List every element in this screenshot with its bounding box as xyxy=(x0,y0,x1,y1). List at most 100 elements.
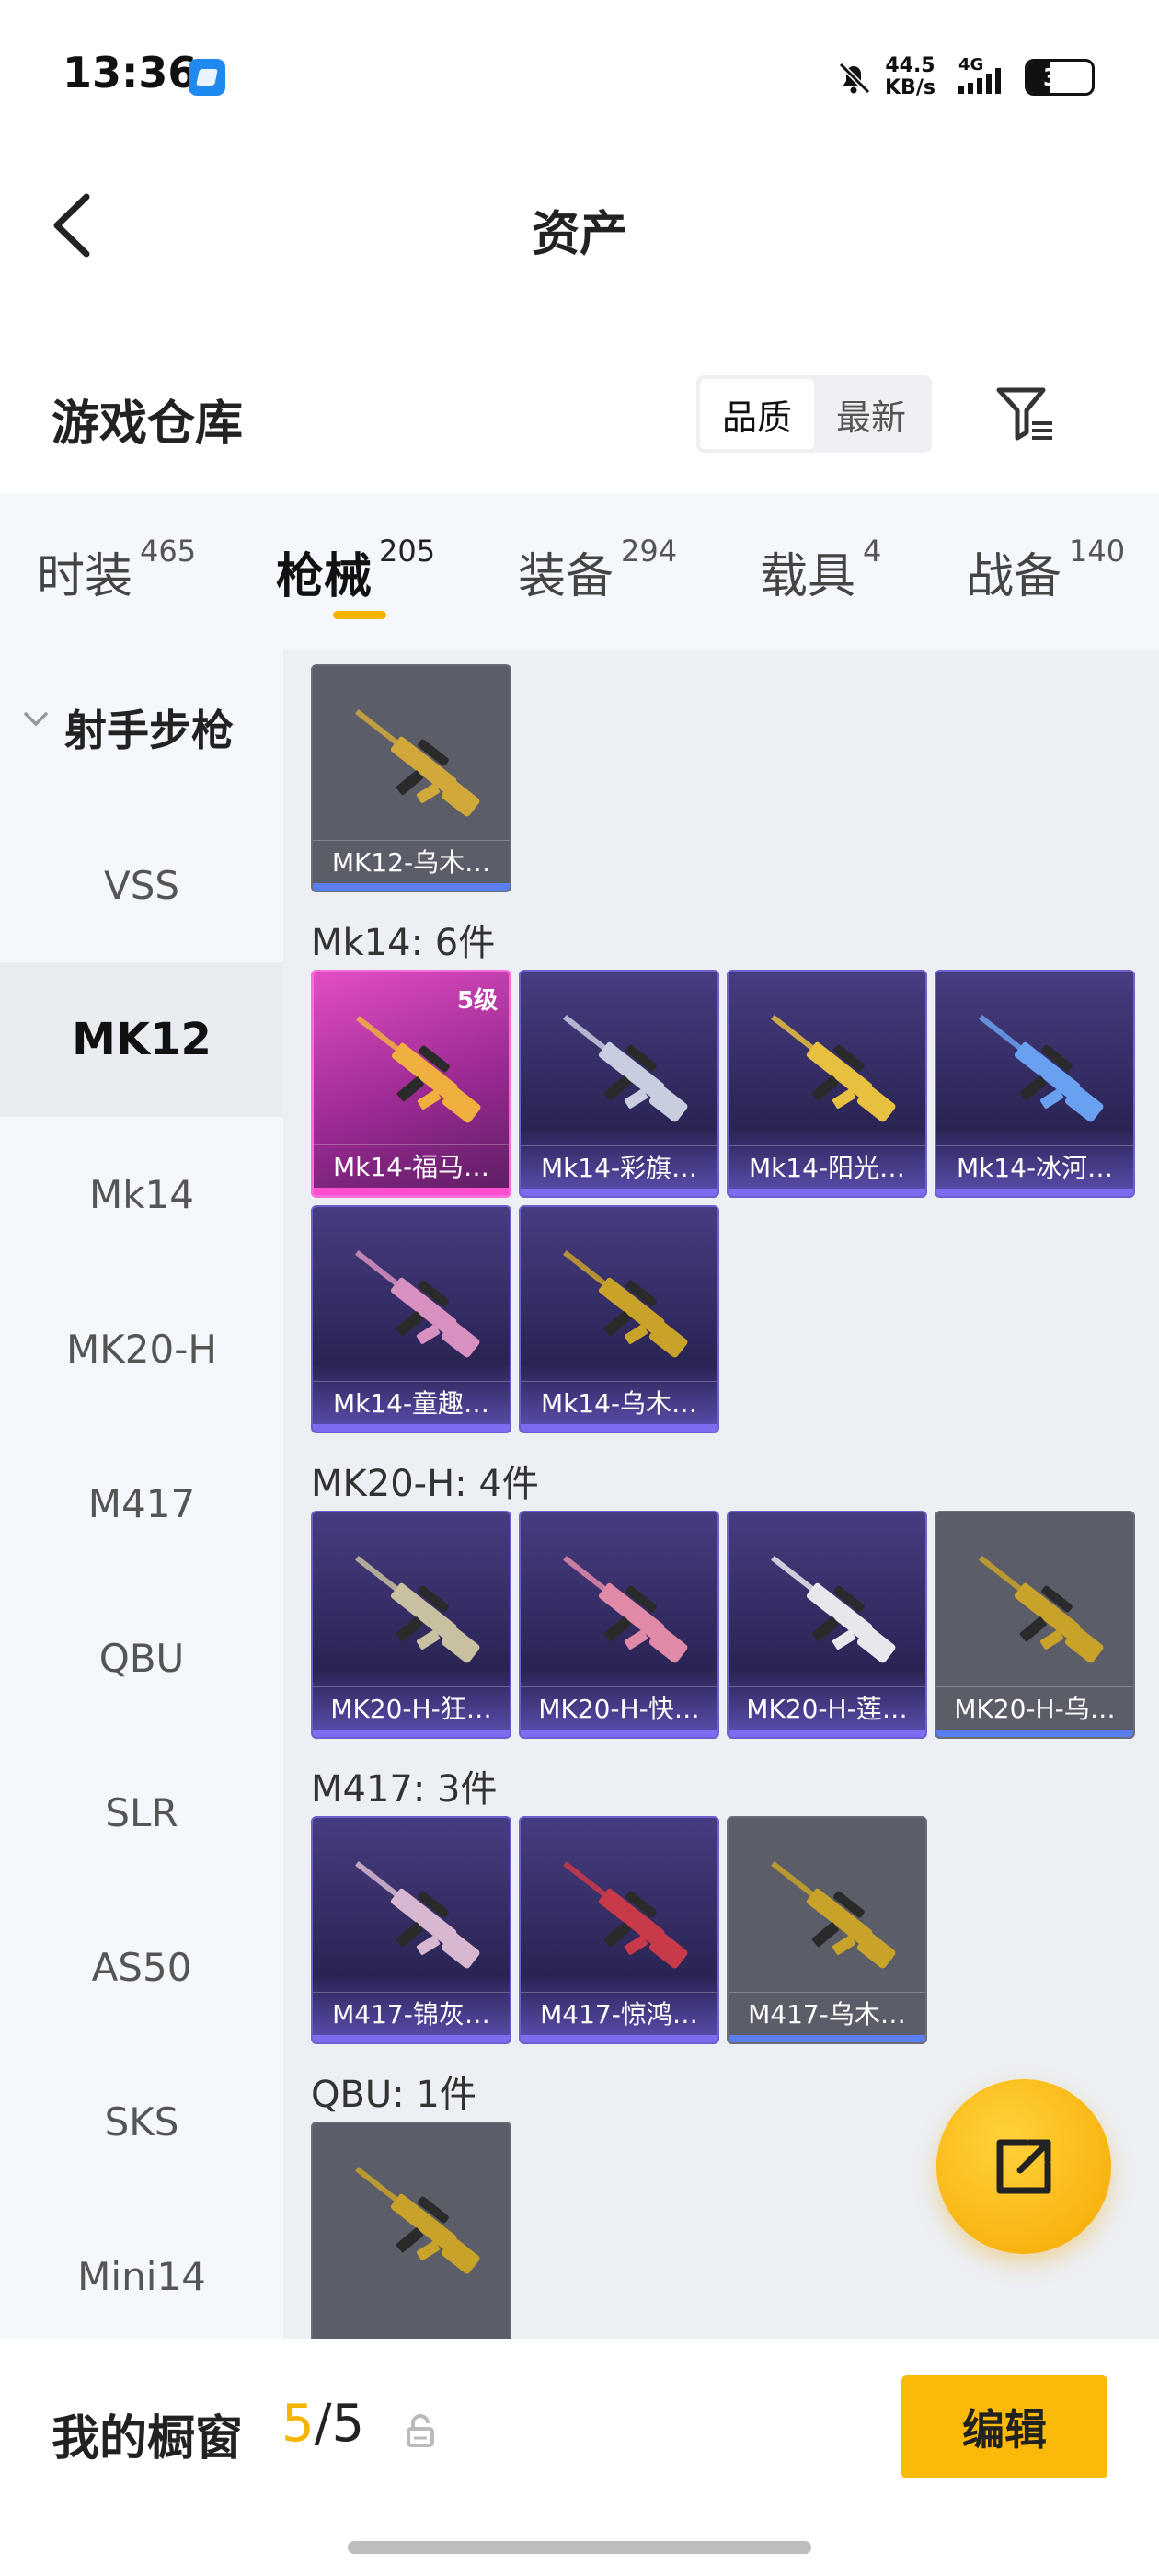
weapon-skin-card[interactable]: MK12-乌木… xyxy=(311,664,511,892)
home-indicator[interactable] xyxy=(348,2541,811,2554)
weapon-skin-name: Mk14-乌木… xyxy=(540,1388,698,1419)
section-title: M417: 3件 xyxy=(311,1768,498,1811)
weapon-skin-card[interactable]: Mk14-童趣… xyxy=(311,1205,511,1433)
rarity-bar xyxy=(521,1730,717,1737)
status-bar: 13:36 44.5 KB/s 4G 36 xyxy=(0,0,1159,156)
card-divider xyxy=(729,1686,925,1687)
weapon-skin-card[interactable]: Mk14-阳光… xyxy=(727,970,927,1198)
sidebar-item-as50[interactable]: AS50 xyxy=(0,1890,283,2044)
sidebar-item-m417[interactable]: M417 xyxy=(0,1426,283,1581)
section-title: MK20-H: 4件 xyxy=(311,1463,539,1505)
rarity-bar xyxy=(729,1189,925,1196)
rarity-bar xyxy=(936,1730,1133,1737)
rarity-bar xyxy=(521,1424,717,1432)
edit-button[interactable]: 编辑 xyxy=(901,2375,1107,2478)
weapon-skin-card[interactable]: MK20-H-莲… xyxy=(727,1511,927,1739)
weapon-skin-name: MK20-H-莲… xyxy=(746,1694,908,1724)
weapon-skin-card[interactable]: M417-乌木… xyxy=(727,1816,927,2044)
status-time: 13:36 xyxy=(63,48,198,98)
rarity-bar xyxy=(313,1730,510,1737)
card-divider xyxy=(729,1992,925,1993)
section-title: QBU: 1件 xyxy=(311,2074,476,2116)
weapon-skin-card[interactable]: Mk14-彩旗… xyxy=(519,970,719,1198)
rarity-bar xyxy=(521,1189,717,1196)
network-type-label: 4G xyxy=(958,55,983,75)
rarity-bar xyxy=(936,1189,1133,1196)
weapon-skin-name: MK12-乌木… xyxy=(331,847,491,878)
weapon-skin-name: MK20-H-快… xyxy=(538,1694,700,1724)
rifle-icon xyxy=(355,709,480,817)
weapon-skin-card[interactable]: MK20-H-乌… xyxy=(935,1511,1135,1739)
sidebar-item-vss[interactable]: VSS xyxy=(0,808,283,962)
sort-latest-button[interactable]: 最新 xyxy=(814,379,928,449)
rarity-bar xyxy=(729,1730,925,1737)
warehouse-title: 游戏仓库 xyxy=(52,397,244,452)
weapon-skin-name: M417-乌木… xyxy=(748,1999,906,2030)
card-divider xyxy=(729,1145,925,1146)
weapon-skin-card[interactable]: MK20-H-狂… xyxy=(311,1511,511,1739)
rarity-bar xyxy=(521,2035,717,2042)
signal-icon: 4G xyxy=(958,55,1001,94)
rifle-icon xyxy=(563,1015,688,1122)
tab-equipment[interactable]: 装备 294 xyxy=(518,534,677,606)
weapon-skin-card[interactable]: M417-惊鸿… xyxy=(519,1816,719,2044)
rifle-icon xyxy=(563,1250,688,1358)
rifle-icon xyxy=(355,1250,480,1358)
tab-weapons[interactable]: 枪械 205 xyxy=(276,534,435,606)
rarity-bar xyxy=(314,1188,509,1195)
tab-vehicles[interactable]: 载具 4 xyxy=(760,534,881,606)
showcase-count: 5/5 xyxy=(281,2394,365,2454)
sidebar-item-mk12[interactable]: MK12 xyxy=(0,962,283,1117)
weapon-skin-name: Mk14-福马… xyxy=(332,1152,490,1182)
weapon-skin-card[interactable]: Mk14-冰河… xyxy=(935,970,1135,1198)
weapon-skin-name: M417-惊鸿… xyxy=(540,1999,698,2030)
weapon-skin-name: Mk14-童趣… xyxy=(332,1388,490,1419)
rifle-icon xyxy=(563,1556,688,1663)
sidebar-item-mk20h[interactable]: MK20-H xyxy=(0,1271,283,1426)
weapon-skin-card[interactable] xyxy=(311,2122,511,2339)
card-divider xyxy=(314,1144,509,1145)
battery-level: 36 xyxy=(1042,64,1077,92)
share-button[interactable] xyxy=(936,2079,1111,2254)
sidebar-item-sks[interactable]: SKS xyxy=(0,2044,283,2199)
rifle-icon xyxy=(771,1861,896,1969)
sidebar-group-dmr[interactable]: 射手步枪 xyxy=(0,697,283,758)
sort-toggle: 品质 最新 xyxy=(696,375,932,453)
page-title: 资产 xyxy=(531,207,627,262)
weapon-skin-card[interactable]: M417-锦灰… xyxy=(311,1816,511,2044)
rarity-bar xyxy=(313,1424,510,1432)
lock-icon xyxy=(407,2414,434,2447)
sidebar-item-mk14[interactable]: Mk14 xyxy=(0,1117,283,1271)
rifle-icon xyxy=(771,1556,896,1663)
weapon-skin-card[interactable]: MK20-H-快… xyxy=(519,1511,719,1739)
sort-quality-button[interactable]: 品质 xyxy=(700,379,814,449)
rifle-icon xyxy=(355,1556,480,1663)
card-divider xyxy=(936,1686,1133,1687)
tab-fashion[interactable]: 时装 465 xyxy=(37,534,196,606)
sidebar-item-qbu[interactable]: QBU xyxy=(0,1581,283,1735)
rifle-icon xyxy=(355,2167,480,2274)
card-divider xyxy=(313,1381,510,1382)
rifle-icon xyxy=(563,1861,688,1969)
weapon-skin-card[interactable]: 5级 Mk14-福马… xyxy=(311,970,511,1198)
weapon-sidebar: 射手步枪 VSS MK12 Mk14 MK20-H M417 QBU SLR A… xyxy=(0,650,283,2339)
sidebar-item-mini14[interactable]: Mini14 xyxy=(0,2199,283,2339)
weapon-skin-card[interactable]: Mk14-乌木… xyxy=(519,1205,719,1433)
tab-gear[interactable]: 战备 140 xyxy=(966,534,1125,606)
battery-icon: 36 xyxy=(1025,59,1095,96)
card-divider xyxy=(521,1381,717,1382)
sidebar-item-slr[interactable]: SLR xyxy=(0,1735,283,1890)
mute-bell-icon xyxy=(838,62,871,95)
rifle-icon xyxy=(355,1861,480,1969)
weapon-skin-name: Mk14-彩旗… xyxy=(540,1153,698,1183)
showcase-title: 我的橱窗 xyxy=(52,2411,244,2467)
section-title: Mk14: 6件 xyxy=(311,922,496,964)
card-divider xyxy=(313,840,510,841)
category-tabs: 时装 465 枪械 205 装备 294 载具 4 战备 140 xyxy=(0,493,1159,650)
card-divider xyxy=(521,1992,717,1993)
card-divider xyxy=(313,1686,510,1687)
app-notification-icon xyxy=(189,59,225,96)
active-tab-indicator xyxy=(333,611,386,619)
filter-icon[interactable] xyxy=(992,381,1058,447)
rifle-icon xyxy=(771,1015,896,1122)
